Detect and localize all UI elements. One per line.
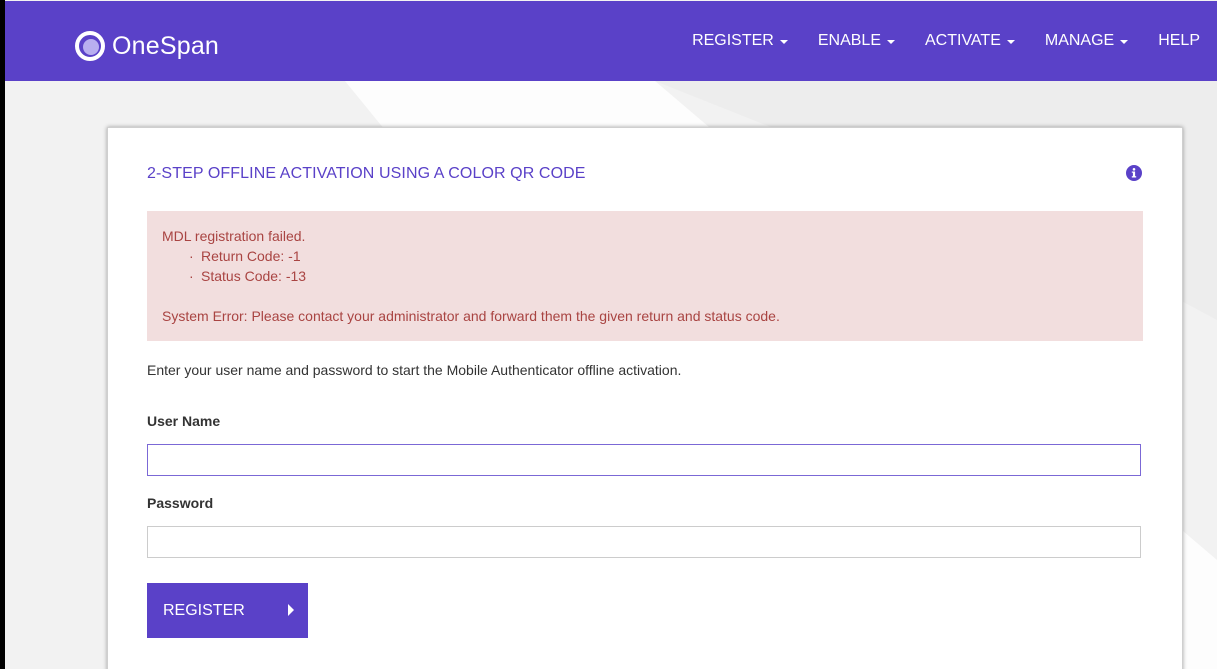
password-input[interactable] [147, 526, 1141, 558]
nav-manage-label: MANAGE [1044, 32, 1115, 49]
caret-down-icon [1120, 40, 1129, 44]
onespan-logo[interactable]: OneSpan [74, 30, 219, 62]
error-alert: MDL registration failed. · Return Code: -… [147, 211, 1143, 341]
password-label: Password [147, 495, 214, 511]
username-input[interactable] [147, 444, 1141, 476]
nav-manage[interactable]: MANAGE [1044, 32, 1129, 50]
alert-list-item: · Status Code: -13 [189, 268, 306, 284]
nav-enable[interactable]: ENABLE [818, 32, 895, 50]
intro-text: Enter your user name and password to sta… [147, 362, 682, 378]
nav-activate[interactable]: ACTIVATE [925, 32, 1015, 50]
nav-help[interactable]: HELP [1158, 32, 1200, 50]
nav-activate-label: ACTIVATE [925, 32, 1001, 49]
caret-down-icon [887, 40, 895, 44]
alert-list-item: · Return Code: -1 [189, 248, 301, 264]
status-code: Status Code: -13 [201, 268, 307, 284]
top-navbar: OneSpan REGISTER ENABLE ACTIVATE MANAGE … [5, 1, 1217, 81]
nav-help-label: HELP [1158, 32, 1200, 49]
activation-card: 2-STEP OFFLINE ACTIVATION USING A COLOR … [107, 127, 1183, 669]
register-button-label: REGISTER [163, 601, 245, 619]
username-label: User Name [147, 413, 221, 429]
bullet-icon: · [189, 268, 194, 284]
card-title: 2-STEP OFFLINE ACTIVATION USING A COLOR … [147, 165, 586, 182]
page: OneSpan REGISTER ENABLE ACTIVATE MANAGE … [5, 0, 1217, 669]
nav-register-label: REGISTER [692, 32, 774, 49]
register-button[interactable]: REGISTER [147, 583, 308, 638]
caret-down-icon [1006, 40, 1015, 44]
nav-register[interactable]: REGISTER [692, 32, 788, 50]
alert-heading: MDL registration failed. [162, 228, 306, 244]
caret-right-icon [288, 604, 294, 616]
onespan-logo-icon [75, 31, 105, 61]
bullet-icon: · [189, 248, 194, 264]
brand-name: OneSpan [112, 31, 220, 60]
info-icon[interactable] [1126, 165, 1142, 181]
main-nav: REGISTER ENABLE ACTIVATE MANAGE HELP [662, 1, 1200, 81]
alert-message: System Error: Please contact your admini… [162, 308, 780, 324]
return-code: Return Code: -1 [201, 248, 301, 264]
caret-down-icon [779, 40, 788, 44]
nav-enable-label: ENABLE [817, 32, 881, 49]
